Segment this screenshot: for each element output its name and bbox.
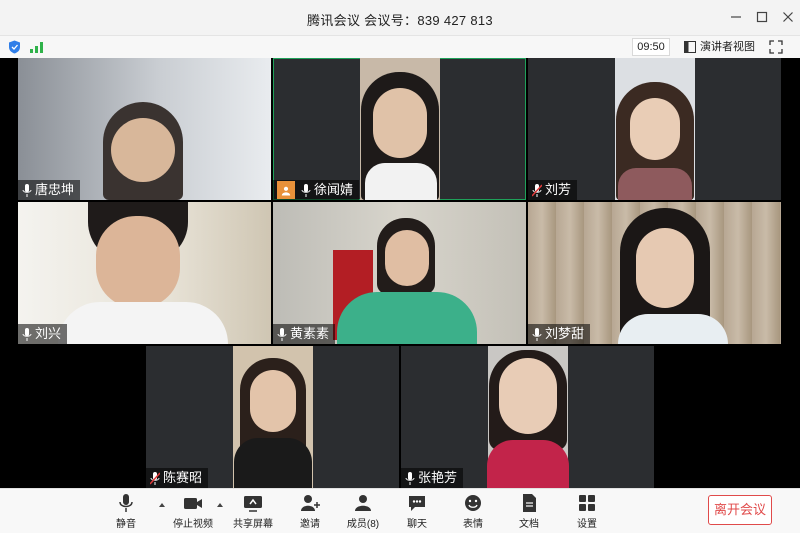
emoji-label: 表情 (463, 519, 483, 530)
video-tile[interactable]: 刘梦甜 (528, 202, 781, 344)
info-bar: 09:50 演讲者视图 (0, 36, 800, 58)
participant-nameplate: 黄素素 (273, 324, 336, 344)
participant-nameplate: 刘兴 (18, 324, 68, 344)
participant-nameplate: 张艳芳 (401, 468, 464, 488)
speaker-view-button[interactable]: 演讲者视图 (684, 38, 755, 56)
microphone-icon (405, 471, 415, 485)
video-grid: 唐忠坤 徐闻婧 刘芳 刘兴 黄素素 刘梦甜 陈赛昭 张艳芳 (0, 58, 800, 488)
microphone-icon (301, 183, 311, 197)
fullscreen-icon[interactable] (768, 39, 784, 55)
user-icon (355, 495, 371, 511)
microphone-icon (119, 494, 133, 512)
speaker-view-icon (684, 41, 696, 53)
microphone-muted-icon (150, 471, 160, 485)
leave-meeting-button[interactable]: 离开会议 (708, 495, 772, 525)
video-tile[interactable]: 张艳芳 (401, 346, 654, 488)
title-bar: 腾讯会议 会议号：839 427 813 (0, 0, 800, 36)
video-camera-icon (184, 498, 202, 509)
microphone-icon (22, 327, 32, 341)
invite-label: 邀请 (300, 519, 320, 530)
maximize-button[interactable] (750, 6, 774, 30)
stop-video-label: 停止视频 (173, 519, 213, 530)
chevron-up-icon[interactable] (216, 501, 224, 509)
add-user-icon (301, 495, 320, 511)
participant-name: 陈赛昭 (163, 470, 203, 485)
video-tile[interactable]: 刘芳 (528, 58, 781, 200)
mute-button[interactable]: 静音 (104, 493, 148, 530)
share-screen-icon (244, 496, 262, 512)
video-tile[interactable]: 唐忠坤 (18, 58, 271, 200)
window-title: 腾讯会议 会议号：839 427 813 (307, 13, 493, 28)
share-screen-label: 共享屏幕 (233, 519, 273, 530)
signal-strength-icon[interactable] (30, 41, 44, 53)
participant-name: 刘兴 (35, 326, 62, 341)
participant-nameplate: 刘芳 (528, 180, 578, 200)
settings-label: 设置 (577, 519, 597, 530)
maximize-icon (756, 11, 768, 23)
document-icon (523, 494, 536, 512)
shield-icon[interactable] (8, 40, 21, 54)
emoji-button[interactable]: 表情 (451, 493, 495, 530)
participant-nameplate: 唐忠坤 (18, 180, 81, 200)
participant-name: 刘芳 (545, 182, 572, 197)
participant-name: 张艳芳 (418, 470, 458, 485)
mute-label: 静音 (116, 519, 136, 530)
participant-nameplate: 刘梦甜 (528, 324, 591, 344)
participant-nameplate: 陈赛昭 (146, 468, 209, 488)
close-button[interactable] (776, 6, 800, 30)
video-tile[interactable]: 陈赛昭 (146, 346, 399, 488)
microphone-icon (277, 327, 287, 341)
microphone-icon (532, 327, 542, 341)
participant-name: 徐闻婧 (314, 182, 354, 197)
chevron-up-icon[interactable] (158, 501, 166, 509)
close-icon (783, 12, 793, 22)
members-label: 成员(8) (346, 519, 380, 530)
participant-name: 黄素素 (290, 326, 330, 341)
meeting-timer: 09:50 (632, 38, 670, 56)
microphone-icon (22, 183, 32, 197)
settings-button[interactable]: 设置 (565, 493, 609, 530)
chat-button[interactable]: 聊天 (395, 493, 439, 530)
members-button[interactable]: 成员(8) (341, 493, 385, 530)
chat-icon (409, 496, 425, 511)
minimize-icon (731, 16, 741, 18)
smile-icon (465, 495, 481, 511)
avatar-icon (277, 181, 295, 199)
docs-label: 文档 (519, 519, 539, 530)
video-tile[interactable]: 黄素素 (273, 202, 526, 344)
microphone-muted-icon (532, 183, 542, 197)
stop-video-button[interactable]: 停止视频 (171, 493, 215, 530)
invite-button[interactable]: 邀请 (288, 493, 332, 530)
video-tile[interactable]: 刘兴 (18, 202, 271, 344)
speaker-view-label: 演讲者视图 (700, 41, 755, 53)
docs-button[interactable]: 文档 (507, 493, 551, 530)
minimize-button[interactable] (724, 6, 748, 30)
video-tile-active-speaker[interactable]: 徐闻婧 (273, 58, 526, 200)
participant-nameplate: 徐闻婧 (273, 180, 360, 200)
grid-settings-icon (579, 495, 595, 511)
participant-name: 刘梦甜 (545, 326, 585, 341)
chat-label: 聊天 (407, 519, 427, 530)
share-screen-button[interactable]: 共享屏幕 (231, 493, 275, 530)
meeting-toolbar: 静音 停止视频 共享屏幕 邀请 成员(8) 聊天 表情 文档 设置 离开会议 (0, 488, 800, 533)
participant-name: 唐忠坤 (35, 182, 75, 197)
